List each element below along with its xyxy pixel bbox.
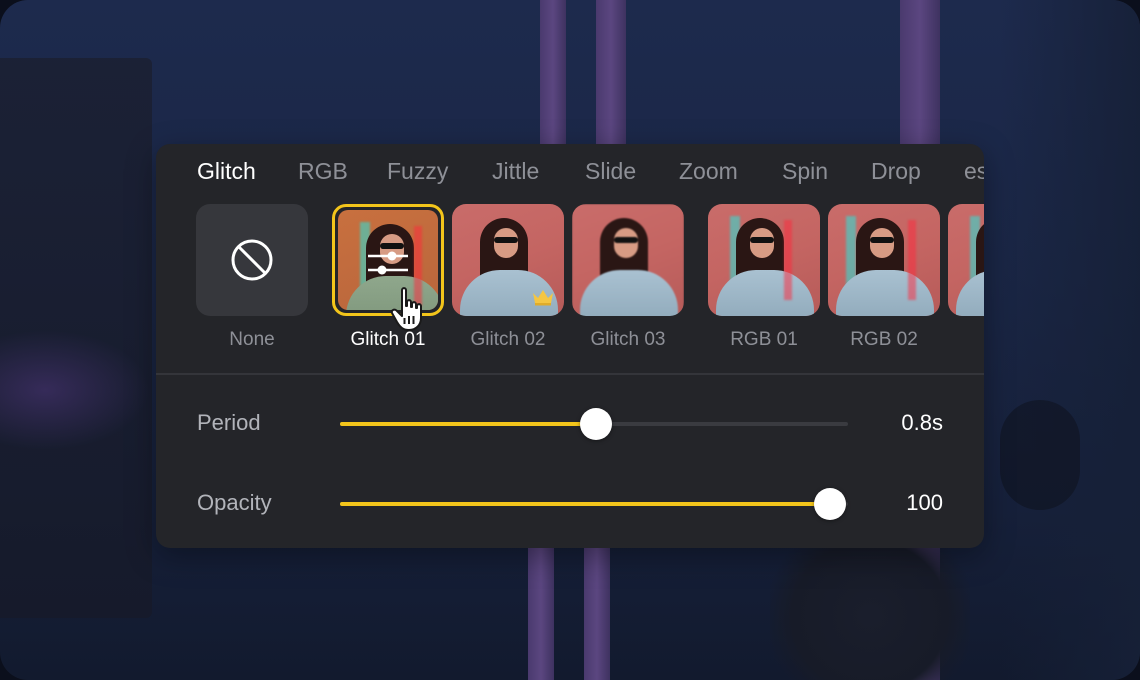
opacity-slider-row: Opacity 100: [156, 484, 984, 524]
tab-drop[interactable]: Drop: [871, 158, 921, 185]
tab-rgb[interactable]: RGB: [298, 158, 348, 185]
background-pole: [528, 540, 554, 680]
app-canvas: Glitch RGB Fuzzy Jittle Slide Zoom Spin …: [0, 0, 1140, 680]
effect-preview-image: [828, 204, 940, 316]
tab-jittle[interactable]: Jittle: [492, 158, 539, 185]
effect-label: None: [229, 329, 275, 350]
adjust-sliders-icon: [368, 251, 408, 275]
effect-preview-image: [572, 204, 684, 316]
none-icon: [231, 239, 273, 281]
tab-spin[interactable]: Spin: [782, 158, 828, 185]
effect-label: RGB 02: [850, 329, 918, 350]
effect-label: RGB 01: [730, 329, 798, 350]
opacity-slider-fill: [340, 502, 831, 506]
effect-rgb-02[interactable]: [828, 204, 940, 316]
effect-rgb-partial[interactable]: [948, 204, 984, 316]
background-pole: [584, 540, 610, 680]
effects-panel: Glitch RGB Fuzzy Jittle Slide Zoom Spin …: [156, 144, 984, 548]
tab-partial[interactable]: es: [964, 158, 984, 185]
period-label: Period: [197, 410, 261, 435]
opacity-label: Opacity: [197, 490, 272, 515]
background-pole: [596, 0, 626, 160]
hand-pointer-icon: [390, 287, 422, 331]
tab-slide[interactable]: Slide: [585, 158, 636, 185]
effect-rgb-01[interactable]: [708, 204, 820, 316]
period-slider-row: Period 0.8s: [156, 404, 984, 444]
effect-none[interactable]: [196, 204, 308, 316]
effect-preview-image: [948, 204, 984, 316]
effect-label: Glitch 03: [590, 329, 666, 350]
background-pole: [540, 0, 566, 160]
effect-thumbnails: None Glitch 01 Glitch 02 Glitch 03 RGB 0…: [156, 202, 984, 362]
background-glow: [0, 330, 150, 450]
effect-label: R: [934, 329, 984, 351]
effect-glitch-02[interactable]: [452, 204, 564, 316]
effect-glitch-03[interactable]: [572, 204, 684, 316]
tab-fuzzy[interactable]: Fuzzy: [387, 158, 448, 185]
tab-glitch[interactable]: Glitch: [197, 158, 256, 185]
background-pole: [900, 0, 940, 160]
tab-zoom[interactable]: Zoom: [679, 158, 738, 185]
effect-label-selected: Glitch 01: [350, 329, 426, 350]
period-slider[interactable]: [340, 408, 848, 440]
background-shade: [1000, 0, 1140, 680]
effect-label: Glitch 02: [470, 329, 546, 350]
effect-category-tabs: Glitch RGB Fuzzy Jittle Slide Zoom Spin …: [156, 144, 984, 200]
opacity-slider[interactable]: [340, 488, 848, 520]
opacity-slider-thumb[interactable]: [814, 488, 847, 520]
effect-preview-image: [708, 204, 820, 316]
period-value: 0.8s: [901, 410, 943, 435]
divider: [156, 373, 984, 375]
period-slider-fill: [340, 422, 597, 426]
background-silhouette: [1000, 400, 1080, 510]
period-slider-thumb[interactable]: [580, 408, 613, 440]
opacity-value: 100: [906, 490, 943, 515]
crown-icon: [533, 290, 553, 306]
